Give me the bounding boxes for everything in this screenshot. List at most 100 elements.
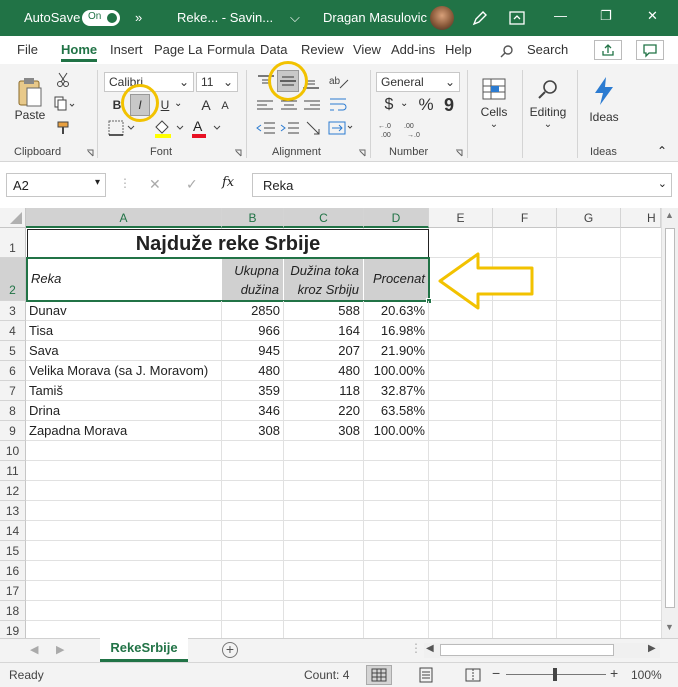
tab-review[interactable]: Review: [301, 42, 344, 57]
more-commands-button[interactable]: »: [135, 10, 142, 25]
row-header[interactable]: 3: [0, 301, 26, 321]
table-cell[interactable]: 164: [284, 321, 364, 341]
scroll-left-icon[interactable]: ◀: [426, 643, 434, 654]
font-size-dropdown[interactable]: 11 ⌄: [196, 72, 238, 92]
increase-decimal-icon[interactable]: ←.0.00: [378, 120, 400, 138]
dialog-launcher-icon[interactable]: [358, 149, 366, 157]
scroll-right-icon[interactable]: ▶: [648, 643, 656, 654]
table-cell[interactable]: Zapadna Morava: [26, 421, 222, 441]
column-header[interactable]: G: [557, 208, 621, 228]
scroll-down-icon[interactable]: ▼: [665, 622, 674, 632]
column-header[interactable]: A: [26, 208, 222, 228]
wrap-text-icon[interactable]: [328, 96, 348, 114]
decrease-decimal-icon[interactable]: .00→.0: [404, 120, 426, 138]
tab-file[interactable]: File: [17, 42, 38, 57]
avatar[interactable]: [430, 6, 454, 30]
table-cell[interactable]: 21.90%: [364, 341, 429, 361]
pen-icon[interactable]: [471, 9, 489, 27]
scroll-up-icon[interactable]: ▲: [665, 210, 674, 220]
tab-page-layout[interactable]: Page La: [154, 42, 202, 57]
column-header[interactable]: H: [621, 208, 661, 228]
tab-view[interactable]: View: [353, 42, 381, 57]
table-cell[interactable]: 16.98%: [364, 321, 429, 341]
column-header[interactable]: C: [284, 208, 364, 228]
table-cell[interactable]: Velika Morava (sa J. Moravom): [26, 361, 222, 381]
vertical-scrollbar[interactable]: ▲ ▼: [661, 208, 678, 638]
table-cell[interactable]: Sava: [26, 341, 222, 361]
orientation-icon[interactable]: ab: [328, 72, 350, 90]
dialog-launcher-icon[interactable]: [234, 149, 242, 157]
table-cell[interactable]: 20.63%: [364, 301, 429, 321]
restore-button[interactable]: ❐: [600, 8, 612, 24]
row-header[interactable]: 6: [0, 361, 26, 381]
tab-home[interactable]: Home: [61, 42, 98, 62]
row-header[interactable]: 13: [0, 501, 26, 521]
number-format-dropdown[interactable]: General ⌄: [376, 72, 460, 92]
text-direction-icon[interactable]: [304, 120, 322, 136]
currency-format-button[interactable]: $: [380, 94, 398, 116]
cut-icon[interactable]: [56, 72, 70, 88]
table-cell[interactable]: 63.58%: [364, 401, 429, 421]
fill-color-icon[interactable]: [153, 118, 185, 138]
merge-center-icon[interactable]: [328, 120, 354, 136]
zoom-level[interactable]: 100%: [631, 668, 662, 682]
row-header[interactable]: 15: [0, 541, 26, 561]
row-header[interactable]: 18: [0, 601, 26, 621]
table-cell[interactable]: 480: [222, 361, 284, 381]
table-cell[interactable]: 308: [222, 421, 284, 441]
column-header[interactable]: E: [429, 208, 493, 228]
increase-font-size-button[interactable]: A: [198, 94, 214, 116]
paste-button[interactable]: Paste: [10, 70, 50, 128]
enter-icon[interactable]: ✓: [186, 176, 198, 193]
chevron-down-icon[interactable]: ⌄: [174, 98, 182, 109]
row-header[interactable]: 4: [0, 321, 26, 341]
collapse-ribbon-icon[interactable]: ⌃: [657, 144, 667, 158]
cells-button[interactable]: Cells ⌄: [474, 70, 514, 136]
column-header[interactable]: B: [222, 208, 284, 228]
ribbon-display-icon[interactable]: [509, 10, 525, 26]
horizontal-scrollbar[interactable]: ◀ ▶: [424, 643, 660, 658]
table-cell[interactable]: 100.00%: [364, 421, 429, 441]
row-header[interactable]: 7: [0, 381, 26, 401]
ideas-button[interactable]: Ideas: [583, 70, 625, 130]
table-cell[interactable]: 945: [222, 341, 284, 361]
align-left-icon[interactable]: [256, 98, 274, 114]
row-header[interactable]: 9: [0, 421, 26, 441]
normal-view-button[interactable]: [366, 665, 392, 685]
copy-icon[interactable]: [54, 96, 76, 112]
page-break-view-icon[interactable]: [465, 667, 481, 683]
user-name[interactable]: Dragan Masulovic: [323, 10, 427, 25]
decrease-font-size-button[interactable]: A: [218, 96, 232, 116]
table-cell[interactable]: 480: [284, 361, 364, 381]
table-cell[interactable]: Dunav: [26, 301, 222, 321]
dialog-launcher-icon[interactable]: [86, 149, 94, 157]
column-header[interactable]: F: [493, 208, 557, 228]
row-header[interactable]: 14: [0, 521, 26, 541]
autosave-toggle[interactable]: On: [82, 10, 120, 26]
search-label[interactable]: Search: [527, 42, 568, 57]
tab-help[interactable]: Help: [445, 42, 472, 57]
table-cell[interactable]: 346: [222, 401, 284, 421]
next-sheet-icon[interactable]: ▶: [56, 643, 64, 656]
formula-input[interactable]: Reka ⌄: [252, 173, 672, 197]
font-color-icon[interactable]: A: [190, 118, 224, 138]
insert-function-button[interactable]: fx: [222, 175, 234, 190]
sheet-tab-rekesrbije[interactable]: RekeSrbije: [100, 638, 188, 662]
table-cell[interactable]: 100.00%: [364, 361, 429, 381]
cancel-icon[interactable]: ✕: [149, 176, 161, 193]
borders-icon[interactable]: [108, 120, 136, 136]
row-header[interactable]: 11: [0, 461, 26, 481]
zoom-out-button[interactable]: −: [492, 665, 500, 681]
page-layout-view-icon[interactable]: [418, 667, 434, 683]
row-header[interactable]: 5: [0, 341, 26, 361]
row-header[interactable]: 17: [0, 581, 26, 601]
table-cell[interactable]: 359: [222, 381, 284, 401]
table-cell[interactable]: 118: [284, 381, 364, 401]
comma-style-button[interactable]: 9: [442, 94, 456, 116]
zoom-slider-thumb[interactable]: [553, 668, 557, 681]
align-right-icon[interactable]: [303, 98, 321, 114]
increase-indent-icon[interactable]: [280, 120, 300, 136]
table-cell[interactable]: 207: [284, 341, 364, 361]
table-cell[interactable]: 966: [222, 321, 284, 341]
table-cell[interactable]: Drina: [26, 401, 222, 421]
